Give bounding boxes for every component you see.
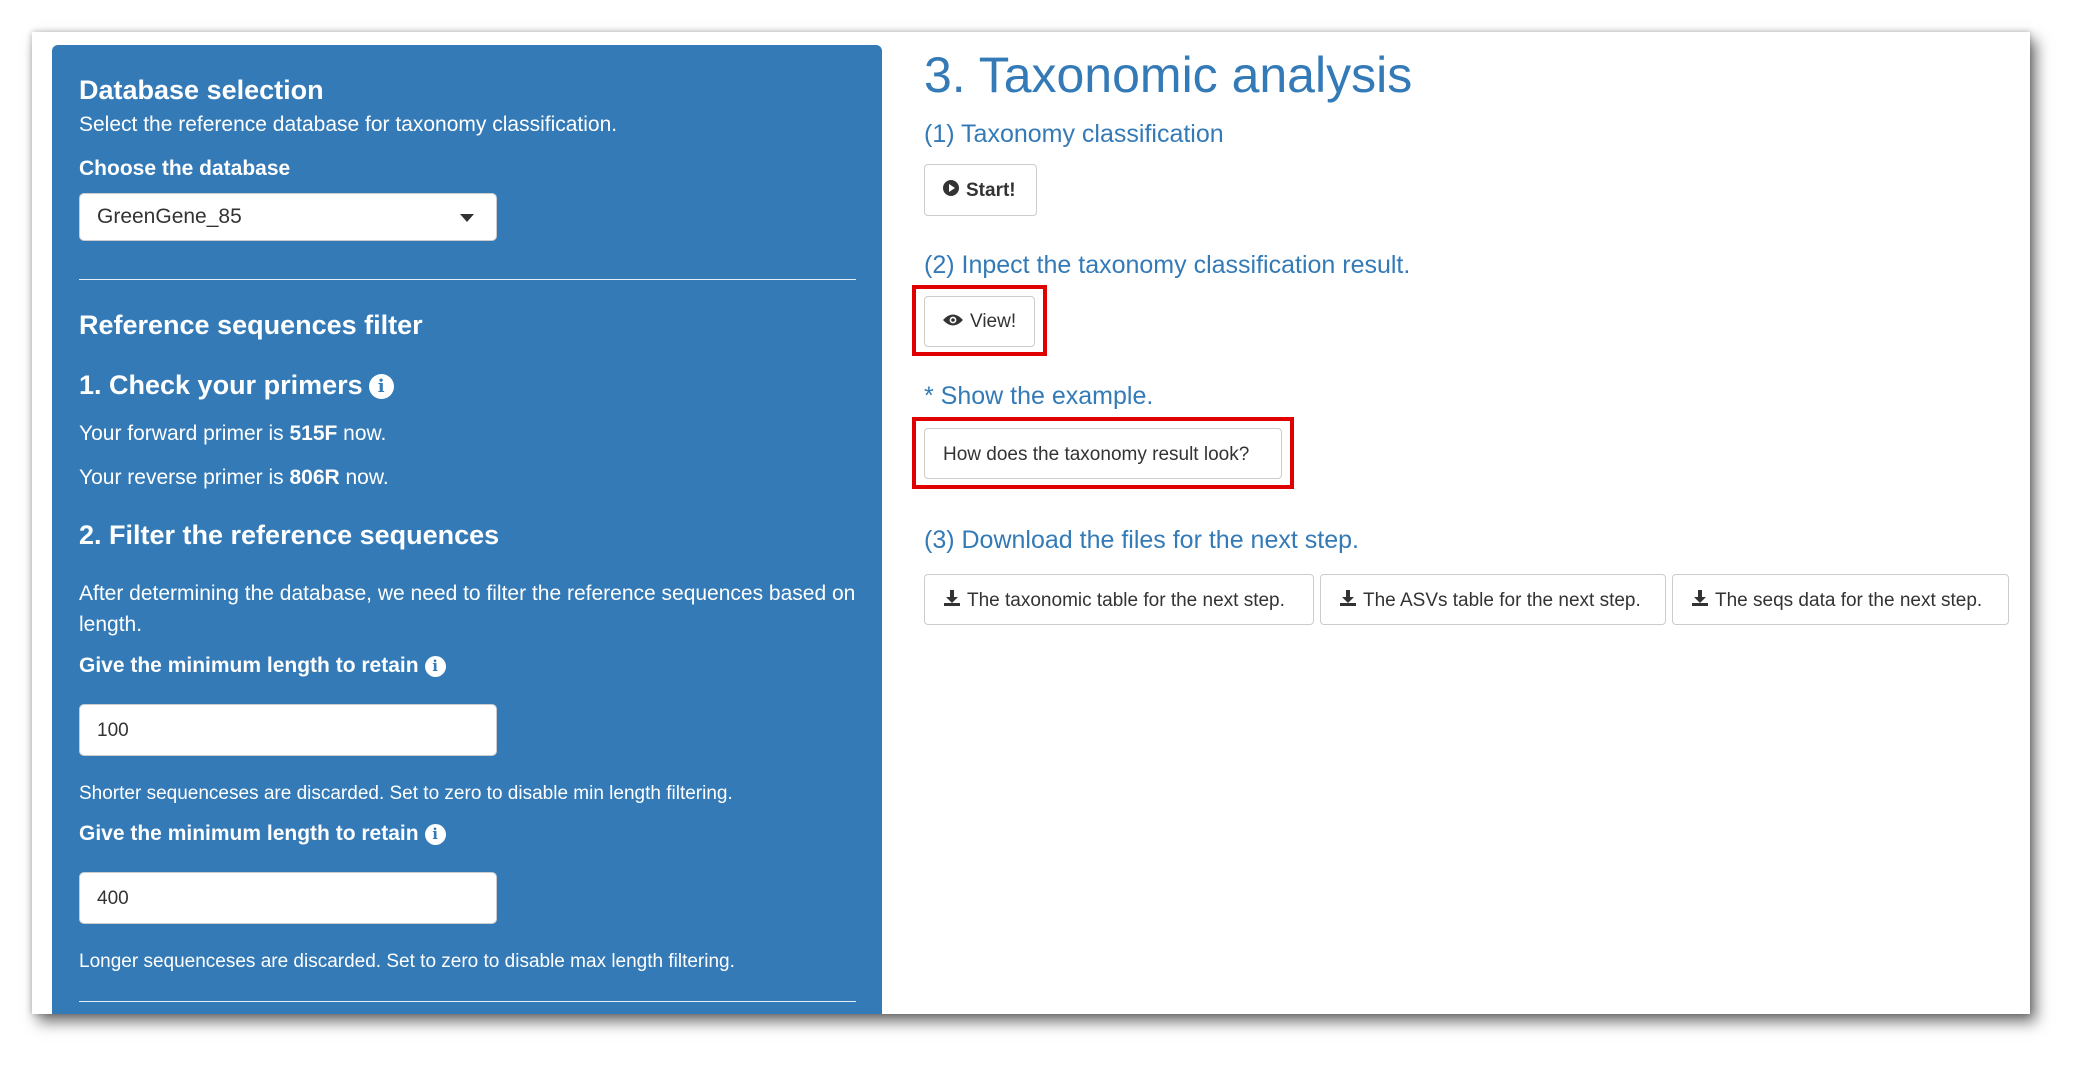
min-length-input[interactable]: 100 xyxy=(79,704,497,756)
show-example-heading: * Show the example. xyxy=(924,382,1154,410)
view-button[interactable]: View! xyxy=(924,296,1035,347)
filter-reference-heading: 2. Filter the reference sequences xyxy=(79,520,500,550)
taxonomy-classification-heading: (1) Taxonomy classification xyxy=(924,120,1224,148)
app-window: Database selection Select the reference … xyxy=(32,32,2030,1014)
download-icon xyxy=(1691,589,1709,613)
play-circle-icon xyxy=(942,179,960,203)
reference-filter-heading: Reference sequences filter xyxy=(79,310,423,340)
start-button[interactable]: Start! xyxy=(924,164,1037,216)
inspect-result-heading: (2) Inpect the taxonomy classification r… xyxy=(924,251,1411,279)
download-icon xyxy=(943,589,961,613)
forward-primer-text: Your forward primer is 515F now. xyxy=(79,422,386,446)
max-length-label-text: Give the minimum length to retain xyxy=(79,822,419,845)
reverse-primer-prefix: Your reverse primer is xyxy=(79,466,290,489)
min-length-label-text: Give the minimum length to retain xyxy=(79,654,419,677)
view-button-label: View! xyxy=(970,311,1017,333)
filter-description: After determining the database, we need … xyxy=(79,582,856,636)
download-asvs-table-button[interactable]: The ASVs table for the next step. xyxy=(1320,574,1666,625)
forward-primer-suffix: now. xyxy=(337,422,387,445)
database-selection-heading: Database selection xyxy=(79,75,324,105)
reverse-primer-suffix: now. xyxy=(339,466,389,489)
forward-primer-value: 515F xyxy=(289,422,338,445)
max-length-input[interactable]: 400 xyxy=(79,872,497,924)
eye-icon xyxy=(942,311,964,333)
info-circle-icon[interactable]: i xyxy=(368,374,394,400)
min-length-label: Give the minimum length to retain i xyxy=(79,654,446,678)
max-length-help: Longer sequenceses are discarded. Set to… xyxy=(79,951,735,972)
example-button[interactable]: How does the taxonomy result look? xyxy=(924,428,1282,479)
database-selection-subtitle: Select the reference database for taxono… xyxy=(79,113,618,136)
sidebar-panel: Database selection Select the reference … xyxy=(52,45,882,1014)
database-select[interactable]: GreenGene_85 xyxy=(79,193,497,241)
download-files-heading: (3) Download the files for the next step… xyxy=(924,526,1359,554)
download-icon xyxy=(1339,589,1357,613)
forward-primer-prefix: Your forward primer is xyxy=(79,422,290,445)
info-circle-icon[interactable]: i xyxy=(424,655,446,677)
download-taxonomic-table-button[interactable]: The taxonomic table for the next step. xyxy=(924,574,1314,625)
page-title: 3. Taxonomic analysis xyxy=(924,47,1413,103)
caret-down-icon xyxy=(460,214,474,222)
divider xyxy=(79,279,856,280)
download-seqs-data-button[interactable]: The seqs data for the next step. xyxy=(1672,574,2009,625)
choose-database-label: Choose the database xyxy=(79,157,291,180)
min-length-help: Shorter sequenceses are discarded. Set t… xyxy=(79,783,733,804)
divider xyxy=(79,1001,856,1002)
info-circle-icon[interactable]: i xyxy=(424,823,446,845)
download-taxonomic-table-label: The taxonomic table for the next step. xyxy=(967,590,1285,612)
max-length-label: Give the minimum length to retain i xyxy=(79,822,446,846)
database-select-value: GreenGene_85 xyxy=(97,205,242,228)
check-primers-heading: 1. Check your primers i xyxy=(79,370,394,401)
download-asvs-table-label: The ASVs table for the next step. xyxy=(1363,590,1641,612)
start-button-label: Start! xyxy=(966,180,1016,202)
download-seqs-data-label: The seqs data for the next step. xyxy=(1715,590,1983,612)
reverse-primer-text: Your reverse primer is 806R now. xyxy=(79,466,389,490)
reverse-primer-value: 806R xyxy=(289,466,340,489)
check-primers-title: 1. Check your primers xyxy=(79,370,363,400)
